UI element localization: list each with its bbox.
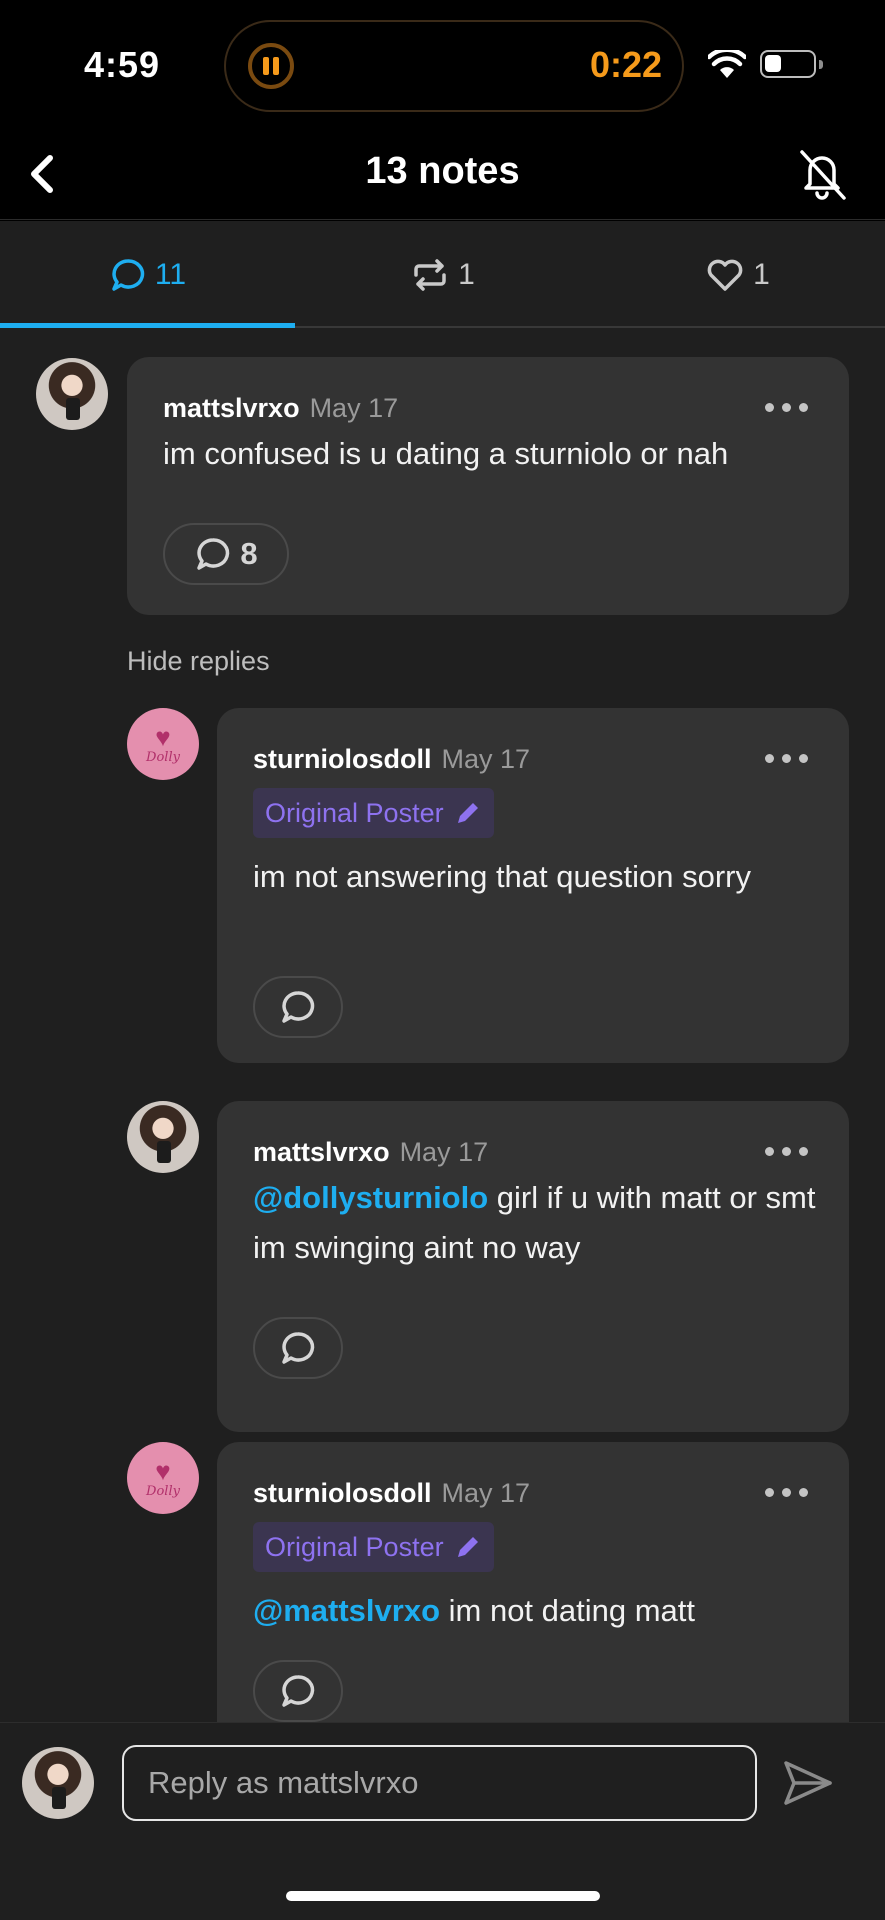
comment-text: @dollysturniolo girl if u with matt or s… [253, 1173, 823, 1273]
original-poster-badge: Original Poster [253, 1522, 494, 1572]
comment-body: im not dating matt [440, 1593, 696, 1628]
comment-icon [282, 991, 315, 1023]
comment-username[interactable]: mattslvrxo [253, 1137, 390, 1167]
comment-text: im confused is u dating a sturniolo or n… [163, 436, 729, 471]
reply-card: sturniolosdoll May 17 Original Poster im … [217, 708, 849, 1063]
bunny-logo-icon: ♥ [155, 1455, 171, 1486]
comment-username[interactable]: sturniolosdoll [253, 1478, 432, 1508]
avatar[interactable] [127, 1101, 199, 1173]
comment-icon [112, 258, 145, 291]
comment-text: im not answering that question sorry [253, 859, 751, 894]
reply-input[interactable] [122, 1745, 757, 1821]
replies-button[interactable]: 8 [163, 523, 289, 585]
comment-username[interactable]: sturniolosdoll [253, 744, 432, 774]
tab-comments-count: 11 [154, 257, 187, 291]
tab-reblogs-count: 1 [458, 257, 475, 291]
status-bar: 4:59 0:22 [0, 0, 885, 130]
more-options-icon[interactable] [765, 754, 809, 764]
reply-button[interactable] [253, 1317, 343, 1379]
pencil-icon [457, 803, 478, 823]
reblog-icon [414, 258, 446, 291]
comment-icon [282, 1332, 315, 1364]
comments-feed[interactable]: mattslvrxo May 17 im confused is u dating… [0, 328, 885, 1722]
mute-notifications-icon[interactable] [790, 142, 854, 206]
avatar-doll-text: Dolly [146, 749, 180, 765]
comment-username[interactable]: mattslvrxo [163, 393, 300, 423]
avatar[interactable]: ♥ Dolly [127, 1442, 199, 1514]
mention-link[interactable]: @mattslvrxo [253, 1593, 440, 1628]
comment-date: May 17 [399, 1137, 489, 1167]
comment-icon [282, 1675, 315, 1707]
reply-count: 8 [240, 536, 258, 571]
more-options-icon[interactable] [765, 403, 809, 413]
pause-icon[interactable] [248, 43, 294, 89]
notes-header: 13 notes [0, 130, 885, 220]
avatar-doll-text: Dolly [146, 1483, 180, 1499]
avatar[interactable]: ♥ Dolly [127, 708, 199, 780]
wifi-icon [708, 50, 746, 78]
comment-date: May 17 [309, 393, 399, 423]
more-options-icon[interactable] [765, 1488, 809, 1498]
comment-icon [197, 538, 230, 570]
dynamic-island[interactable]: 0:22 [224, 20, 684, 112]
mention-link[interactable]: @dollysturniolo [253, 1180, 488, 1215]
badge-label: Original Poster [265, 1532, 444, 1562]
battery-icon [760, 50, 823, 78]
comment-card: mattslvrxo May 17 im confused is u dating… [127, 357, 849, 615]
reply-card: sturniolosdoll May 17 Original Poster @ma… [217, 1442, 849, 1722]
badge-label: Original Poster [265, 798, 444, 828]
comment-date: May 17 [441, 744, 531, 774]
avatar[interactable] [36, 358, 108, 430]
original-poster-badge: Original Poster [253, 788, 494, 838]
tab-likes[interactable]: 1 [590, 221, 885, 328]
send-icon[interactable] [780, 1755, 836, 1811]
avatar[interactable] [22, 1747, 94, 1819]
reply-button[interactable] [253, 1660, 343, 1722]
home-indicator[interactable] [286, 1891, 600, 1901]
notes-tabs: 11 1 1 [0, 221, 885, 328]
hide-replies-link[interactable]: Hide replies [127, 646, 270, 677]
tab-reblogs[interactable]: 1 [295, 221, 590, 328]
tab-likes-count: 1 [753, 257, 770, 291]
tab-comments[interactable]: 11 [0, 221, 295, 328]
reply-card: mattslvrxo May 17 @dollysturniolo girl if… [217, 1101, 849, 1432]
recording-timer: 0:22 [589, 44, 662, 85]
pencil-icon [457, 1537, 478, 1557]
more-options-icon[interactable] [765, 1147, 809, 1157]
reply-composer [0, 1722, 885, 1920]
heart-icon [707, 259, 743, 291]
page-title: 13 notes [365, 150, 520, 192]
comment-date: May 17 [441, 1478, 531, 1508]
comment-text: @mattslvrxo im not dating matt [253, 1586, 823, 1636]
reply-button[interactable] [253, 976, 343, 1038]
bunny-logo-icon: ♥ [155, 721, 171, 752]
status-time: 4:59 [84, 44, 161, 85]
